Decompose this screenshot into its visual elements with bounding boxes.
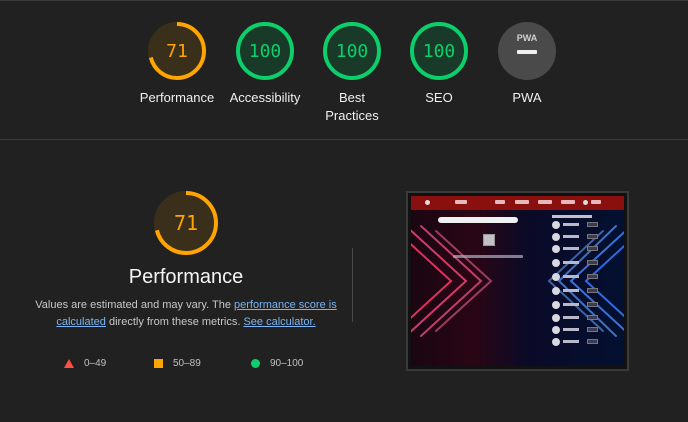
site-search-bar — [438, 217, 518, 223]
site-nav-item — [538, 200, 552, 204]
triangle-icon — [64, 358, 74, 368]
performance-gauge: 71 — [154, 191, 218, 255]
legend-poor: 0–49 — [64, 358, 106, 369]
legend-good: 90–100 — [251, 358, 303, 369]
pwa-badge-icon: PWA — [498, 22, 556, 80]
legend-poor-range: 0–49 — [84, 358, 107, 369]
gauge-accessibility-ring: 100 — [236, 22, 294, 80]
gauge-best-practices[interactable]: 100 Best Practices — [302, 21, 402, 125]
site-nav-item — [495, 200, 505, 204]
score-summary-bar: 71 Performance 100 Accessibility 100 Bes… — [0, 0, 688, 140]
gauge-best-practices-label-line2: Practices — [325, 108, 379, 123]
legend-good-range: 90–100 — [270, 358, 304, 369]
gauge-accessibility-label: Accessibility — [229, 90, 301, 105]
circle-icon — [251, 358, 260, 368]
site-logo-icon — [425, 200, 430, 205]
gauge-best-practices-label: Best Practices — [302, 89, 402, 125]
gauge-pwa-label: PWA — [512, 90, 542, 105]
dash-icon — [517, 50, 537, 54]
site-sidebar-row — [551, 233, 624, 243]
performance-category: 71 Performance Values are estimated and … — [30, 190, 342, 331]
site-sidebar-row — [551, 273, 624, 283]
divider — [352, 248, 353, 322]
gauge-best-practices-label-line1: Best — [338, 90, 365, 105]
square-icon — [154, 358, 163, 368]
gauge-performance-ring: 71 — [148, 22, 206, 80]
site-sidebar — [551, 212, 624, 366]
site-sidebar-row — [551, 259, 624, 269]
site-sidebar-row — [551, 326, 624, 336]
gauge-seo-ring: 100 — [410, 22, 468, 80]
description-prefix: Values are estimated and may vary. The — [35, 299, 234, 311]
gauge-performance-label: Performance — [139, 90, 215, 105]
gauge-performance-score: 71 — [166, 41, 188, 62]
performance-description: Values are estimated and may vary. The p… — [30, 297, 342, 331]
site-sidebar-row — [551, 314, 624, 324]
site-sidebar-row — [551, 221, 624, 231]
final-screenshot-image — [411, 196, 624, 366]
site-sidebar-row — [551, 287, 624, 297]
legend-average: 50–89 — [154, 358, 201, 369]
gauge-seo[interactable]: 100 SEO — [389, 21, 489, 107]
gauge-accessibility-score: 100 — [249, 41, 282, 62]
gauge-seo-label: SEO — [425, 90, 453, 105]
legend-average-range: 50–89 — [173, 358, 201, 369]
site-navbar — [411, 196, 624, 210]
performance-title: Performance — [128, 266, 244, 288]
gauge-seo-score: 100 — [423, 41, 456, 62]
site-nav-item — [591, 200, 601, 204]
gauge-best-practices-ring: 100 — [323, 22, 381, 80]
gauge-pwa[interactable]: PWA PWA — [477, 21, 577, 107]
description-middle: directly from these metrics. — [105, 316, 244, 328]
site-post-image — [483, 234, 495, 246]
see-calculator-link[interactable]: See calculator. — [243, 316, 315, 328]
site-sidebar-title — [552, 215, 592, 218]
gauge-accessibility[interactable]: 100 Accessibility — [215, 21, 315, 107]
pwa-badge-text: PWA — [517, 33, 538, 43]
site-nav-item — [515, 200, 529, 204]
performance-score: 71 — [174, 211, 198, 235]
site-sidebar-row — [551, 301, 624, 311]
gauge-best-practices-score: 100 — [336, 41, 369, 62]
site-sidebar-row — [551, 338, 624, 348]
final-screenshot[interactable] — [406, 191, 629, 371]
site-post-text — [453, 255, 523, 258]
site-nav-item — [561, 200, 575, 204]
site-sidebar-row — [551, 245, 624, 255]
site-nav-item — [455, 200, 467, 204]
site-profile-icon — [583, 200, 588, 205]
gauge-performance[interactable]: 71 Performance — [127, 21, 227, 107]
